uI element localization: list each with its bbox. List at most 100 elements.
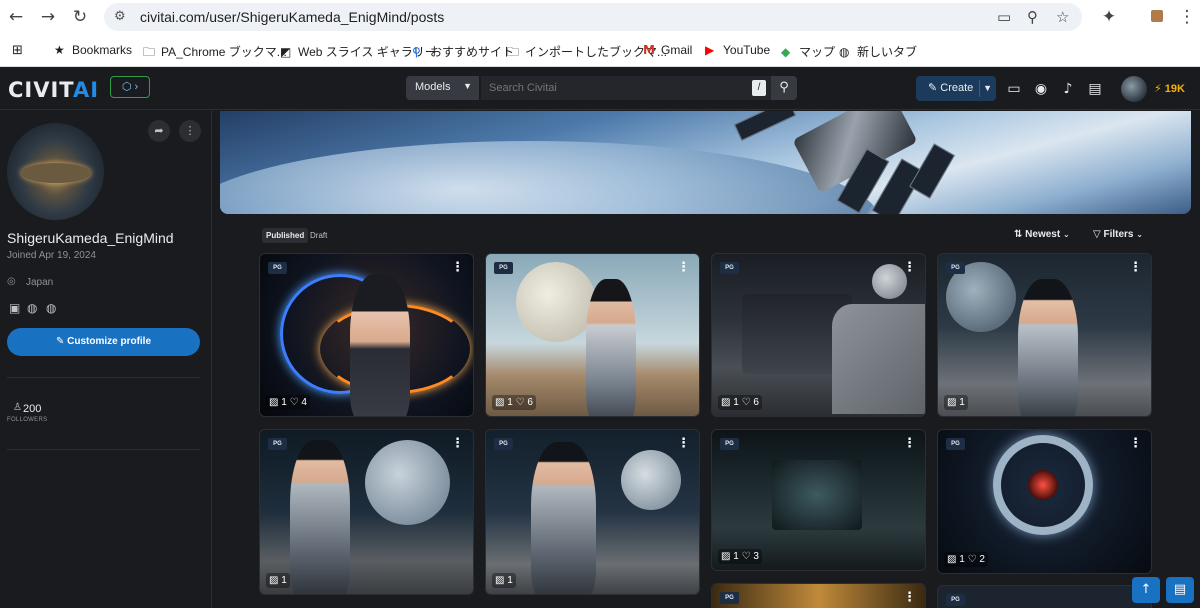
bookmark-item[interactable]: M Gmail: [643, 43, 692, 57]
more-options-icon[interactable]: ⋮: [451, 261, 464, 274]
tab-draft[interactable]: Draft: [306, 228, 331, 243]
search-scope-select[interactable]: Models ▼: [406, 76, 479, 100]
rating-badge: PG: [946, 438, 965, 450]
heart-icon: ♡: [741, 551, 751, 562]
extensions-icon[interactable]: ✦: [1097, 5, 1121, 29]
instagram-icon[interactable]: ▣: [9, 301, 20, 315]
chat-icon[interactable]: ▤: [1085, 79, 1105, 99]
address-bar[interactable]: ⚙ civitai.com/user/ShigeruKameda_EnigMin…: [104, 3, 1082, 31]
globe-icon[interactable]: ◍: [46, 301, 56, 315]
image-icon: ▨: [721, 551, 731, 562]
post-card[interactable]: PG ⋮ ▨ 1 ♡ 3: [711, 429, 926, 571]
rating-badge: PG: [494, 438, 513, 450]
heart-icon: ♡: [515, 397, 525, 408]
bell-icon[interactable]: ♪: [1058, 79, 1078, 99]
post-card[interactable]: PG ⋮ ▨ 1 ♡ 4: [259, 253, 474, 417]
search-input[interactable]: [481, 76, 771, 100]
forward-arrow-icon[interactable]: →: [36, 5, 60, 29]
more-options-icon[interactable]: ⋮: [179, 120, 201, 142]
bookmark-item[interactable]: ◆ マップ: [781, 43, 835, 60]
monitor-icon[interactable]: ▭: [1004, 79, 1024, 99]
chevron-down-icon[interactable]: ▼: [983, 76, 992, 101]
profile-avatar-icon[interactable]: [1145, 5, 1169, 29]
browser-toolbar: ← → ↻ ⚙ civitai.com/user/ShigeruKameda_E…: [0, 0, 1200, 34]
rating-badge: PG: [268, 262, 287, 274]
arrow-up-icon: ↑: [1140, 582, 1152, 597]
gmail-icon: M: [643, 43, 655, 57]
reload-icon[interactable]: ↻: [68, 5, 92, 29]
apps-grid-icon[interactable]: ⊞: [12, 43, 30, 58]
post-card[interactable]: PG: [937, 585, 1152, 608]
civitai-logo[interactable]: CIVITAI: [8, 78, 99, 102]
post-card[interactable]: PG ⋮ ▨ 1 ♡ 6: [711, 253, 926, 417]
site-settings-icon[interactable]: ⚙: [114, 9, 126, 24]
more-options-icon[interactable]: ⋮: [1129, 437, 1142, 450]
chevron-down-icon: ⌄: [1062, 230, 1070, 239]
bookmark-item[interactable]: ◍ 新しいタブ: [839, 43, 917, 60]
folder-icon: 🗀: [143, 45, 156, 59]
browser-menu-icon[interactable]: ⋮: [1175, 5, 1199, 29]
web-slice-icon: ◩: [280, 45, 292, 59]
more-options-icon[interactable]: ⋮: [1129, 261, 1142, 274]
sort-dropdown[interactable]: ⇅ Newest ⌄: [1014, 229, 1070, 240]
join-date: Joined Apr 19, 2024: [7, 250, 96, 261]
search-icon: ⚲: [412, 45, 421, 59]
bookmark-star-icon[interactable]: ☆: [1056, 8, 1069, 26]
post-card[interactable]: PG ⋮: [711, 583, 926, 608]
share-icon[interactable]: ➦: [148, 120, 170, 142]
more-options-icon[interactable]: ⋮: [903, 261, 916, 274]
bookmarks-bar: ⊞ ★ Bookmarks 🗀 PA_Chrome ブックマ... ◩ Web スライ…: [0, 34, 1200, 67]
search-shortcut-key: /: [752, 80, 766, 96]
heart-icon: ♡: [741, 397, 751, 408]
more-options-icon[interactable]: ⋮: [677, 261, 690, 274]
sort-icon: ⇅: [1014, 229, 1023, 240]
image-icon: ▨: [269, 397, 279, 408]
post-card[interactable]: PG ⋮ ▨ 1: [259, 429, 474, 595]
zoom-icon[interactable]: ⚲: [1027, 8, 1038, 26]
location-pin-icon: ◎: [7, 276, 16, 287]
brush-icon: ✎: [928, 82, 938, 94]
more-options-icon[interactable]: ⋮: [451, 437, 464, 450]
filters-dropdown[interactable]: ▽ Filters ⌄: [1093, 229, 1143, 240]
post-card[interactable]: PG ⋮ ▨ 1: [937, 253, 1152, 417]
user-icon: ♙: [13, 402, 22, 413]
url-text[interactable]: civitai.com/user/ShigeruKameda_EnigMind/…: [140, 9, 444, 25]
post-card[interactable]: PG ⋮ ▨ 1 ♡ 6: [485, 253, 700, 417]
post-card[interactable]: PG ⋮ ▨ 1: [485, 429, 700, 595]
bookmark-item[interactable]: ★ Bookmarks: [54, 43, 132, 57]
followers-count: 200: [23, 403, 42, 415]
post-stats: ▨ 1 ♡ 6: [492, 395, 536, 410]
eye-icon[interactable]: ◉: [1031, 79, 1051, 99]
membership-badge-button[interactable]: ⬡ ›: [110, 76, 150, 98]
rating-badge: PG: [946, 594, 965, 606]
create-button[interactable]: ✎ Create ▼: [916, 76, 996, 101]
buzz-balance[interactable]: ⚡ 19K: [1154, 82, 1185, 95]
bookmark-item[interactable]: 🗀 PA_Chrome ブックマ...: [143, 43, 287, 64]
post-stats: ▨ 1 ♡ 3: [718, 549, 762, 564]
post-stats: ▨ 1: [266, 573, 290, 588]
globe-icon: ◍: [839, 45, 850, 59]
tab-published[interactable]: Published: [262, 228, 309, 243]
heart-icon: ♡: [967, 554, 977, 565]
rating-badge: PG: [720, 262, 739, 274]
profile-avatar: [7, 123, 104, 220]
back-arrow-icon[interactable]: ←: [4, 5, 28, 29]
bookmark-item[interactable]: ▶ YouTube: [705, 43, 770, 57]
install-app-icon[interactable]: ▭: [997, 8, 1011, 26]
chevron-down-icon: ⌄: [1136, 230, 1143, 239]
chat-icon: ▤: [1173, 582, 1187, 597]
search-button[interactable]: ⚲: [771, 76, 797, 100]
bookmark-item[interactable]: ⚲ おすすめサイト: [412, 43, 514, 60]
divider: [7, 449, 200, 450]
user-avatar[interactable]: [1121, 76, 1147, 102]
more-options-icon[interactable]: ⋮: [903, 437, 916, 450]
globe-icon[interactable]: ◍: [27, 301, 37, 315]
image-icon: ▨: [721, 397, 731, 408]
more-options-icon[interactable]: ⋮: [903, 591, 916, 604]
star-icon: ★: [54, 43, 65, 57]
chat-support-button[interactable]: ▤: [1166, 577, 1194, 603]
scroll-to-top-button[interactable]: ↑: [1132, 577, 1160, 603]
customize-profile-button[interactable]: ✎ Customize profile: [7, 328, 200, 356]
post-card[interactable]: PG ⋮ ▨ 1 ♡ 2: [937, 429, 1152, 574]
more-options-icon[interactable]: ⋮: [677, 437, 690, 450]
